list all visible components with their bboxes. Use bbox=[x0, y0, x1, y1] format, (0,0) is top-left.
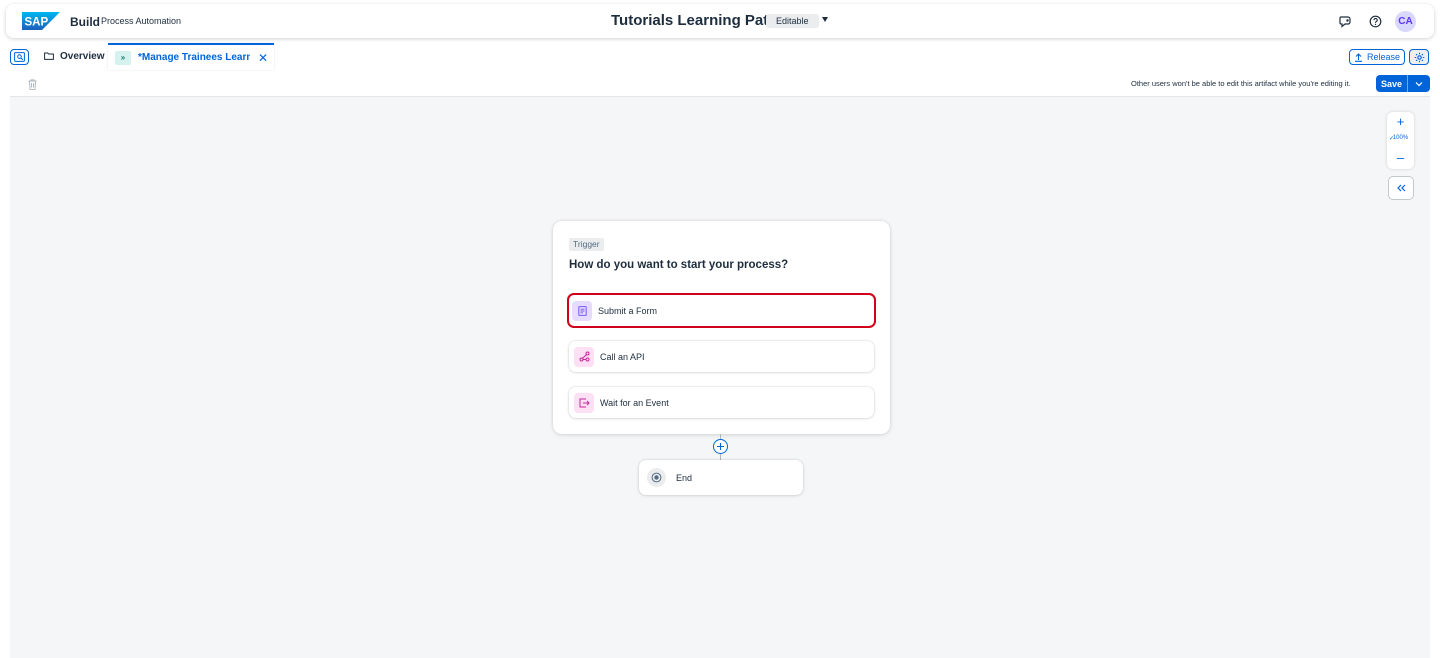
release-button[interactable]: Release bbox=[1349, 49, 1405, 65]
trigger-option-call-api[interactable]: Call an API bbox=[569, 341, 874, 372]
end-node[interactable]: End bbox=[639, 460, 803, 495]
tab-process-label: *Manage Trainees Learni... bbox=[138, 52, 250, 63]
save-options-chevron-down-icon[interactable] bbox=[1408, 75, 1430, 92]
project-menu-caret-icon[interactable] bbox=[822, 17, 828, 22]
zoom-out-button[interactable]: – bbox=[1387, 150, 1414, 166]
help-icon[interactable] bbox=[1367, 13, 1383, 29]
save-split-button: Save bbox=[1376, 75, 1430, 92]
double-chevron-left-icon bbox=[1397, 184, 1406, 192]
edit-lock-note: Other users won't be able to edit this a… bbox=[1131, 79, 1351, 88]
event-icon bbox=[574, 392, 594, 413]
upload-icon bbox=[1354, 52, 1362, 62]
delete-icon[interactable] bbox=[28, 77, 37, 95]
folder-icon bbox=[44, 52, 54, 60]
tab-overview-label: Overview bbox=[60, 50, 105, 62]
option-label: Submit a Form bbox=[598, 305, 658, 316]
close-tab-icon[interactable]: ✕ bbox=[258, 52, 268, 64]
end-label: End bbox=[676, 472, 693, 483]
add-step-icon[interactable] bbox=[713, 439, 728, 454]
zoom-control: + ✓ 100% – bbox=[1387, 112, 1414, 169]
process-icon: » bbox=[115, 50, 131, 65]
release-label: Release bbox=[1366, 52, 1401, 62]
svg-text:SAP: SAP bbox=[25, 17, 49, 29]
api-icon bbox=[574, 346, 594, 367]
option-label: Call an API bbox=[600, 351, 645, 362]
gear-icon bbox=[1414, 52, 1424, 62]
sap-logo[interactable]: SAP bbox=[22, 12, 60, 30]
product-subtitle: Process Automation bbox=[101, 16, 182, 26]
trigger-question: How do you want to start your process? bbox=[569, 259, 789, 271]
tab-overview[interactable]: Overview bbox=[38, 44, 110, 68]
zoom-level[interactable]: 100% bbox=[1387, 135, 1414, 141]
product-name: Build bbox=[70, 15, 100, 29]
option-label: Wait for an Event bbox=[600, 397, 669, 408]
tab-bar: Overview » *Manage Trainees Learni... ✕ … bbox=[0, 42, 1440, 70]
mode-badge: Editable bbox=[766, 14, 819, 28]
editor-toolbar: Other users won't be able to edit this a… bbox=[10, 71, 1430, 97]
user-avatar[interactable]: CA bbox=[1395, 11, 1416, 32]
zoom-in-button[interactable]: + bbox=[1387, 114, 1414, 130]
form-icon bbox=[572, 300, 592, 321]
project-title: Tutorials Learning Path bbox=[611, 12, 778, 29]
tab-process-editor[interactable]: » *Manage Trainees Learni... ✕ bbox=[108, 43, 274, 70]
navigation-toggle-icon[interactable] bbox=[10, 49, 29, 65]
stop-circle-icon bbox=[647, 468, 666, 487]
trigger-badge: Trigger bbox=[569, 238, 604, 251]
trigger-option-wait-for-event[interactable]: Wait for an Event bbox=[569, 387, 874, 418]
collapse-panel-button[interactable] bbox=[1388, 176, 1414, 200]
save-button[interactable]: Save bbox=[1376, 75, 1408, 92]
shell-bar: SAP Build Process Automation Tutorials L… bbox=[6, 4, 1434, 38]
trigger-option-submit-form[interactable]: Submit a Form bbox=[567, 293, 876, 328]
settings-button[interactable] bbox=[1409, 49, 1429, 65]
joule-chat-icon[interactable] bbox=[1337, 13, 1353, 29]
process-canvas[interactable]: + ✓ 100% – Trigger How do you want to st… bbox=[10, 97, 1430, 658]
trigger-card: Trigger How do you want to start your pr… bbox=[553, 221, 890, 434]
